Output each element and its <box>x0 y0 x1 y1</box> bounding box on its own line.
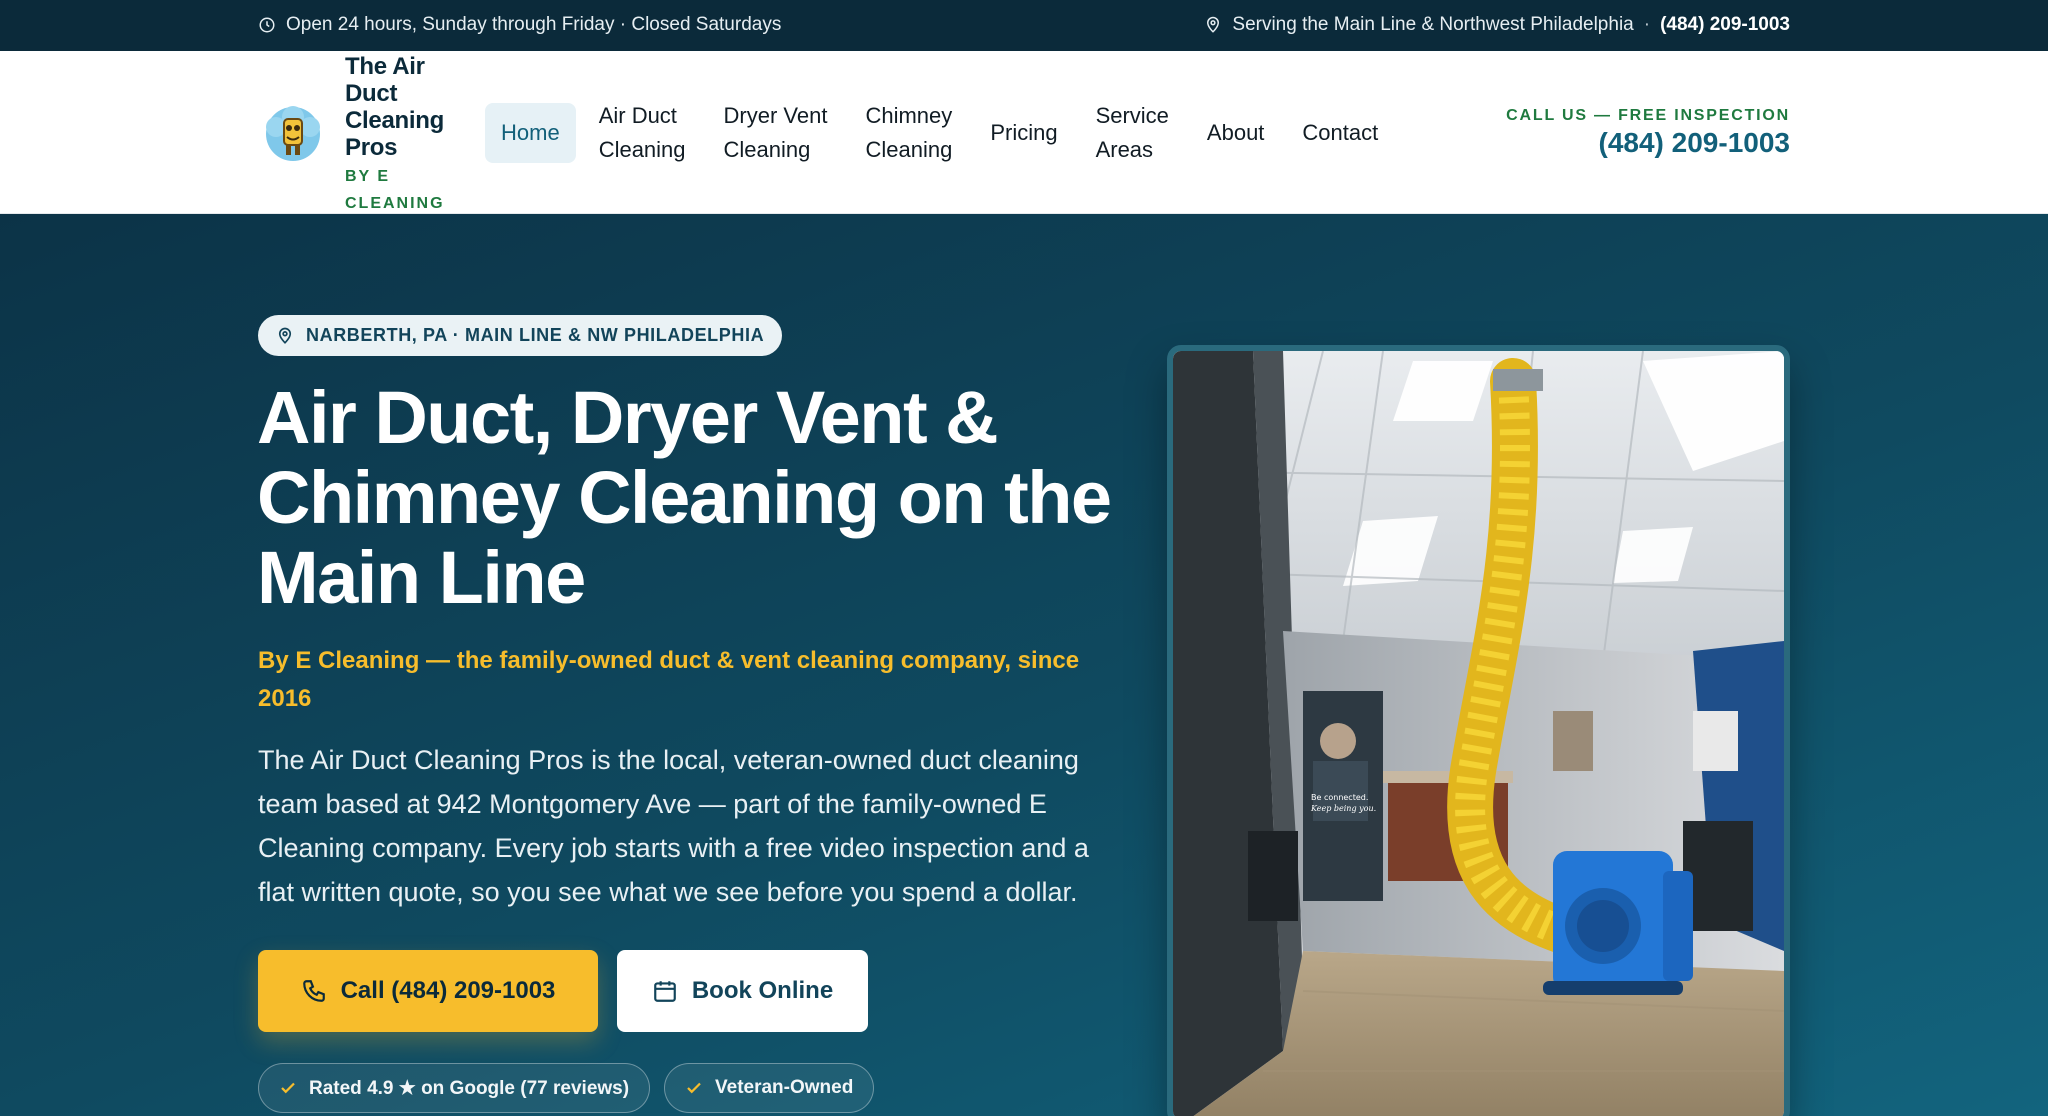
nav-item-air-duct-cleaning[interactable]: Air Duct Cleaning <box>580 99 705 167</box>
nav-item-service-areas[interactable]: Service Areas <box>1077 99 1188 167</box>
location-pill: NARBERTH, PA · MAIN LINE & NW PHILADELPH… <box>258 315 783 356</box>
nav-item-pricing[interactable]: Pricing <box>971 116 1076 150</box>
nav-item-contact[interactable]: Contact <box>1283 116 1397 150</box>
logo-mascot-icon[interactable] <box>258 97 328 167</box>
logo-text[interactable]: The Air Duct Cleaning Pros BY E CLEANING <box>345 53 465 217</box>
book-online-label: Book Online <box>691 977 834 1004</box>
calendar-icon <box>652 978 678 1004</box>
rating-text: Rated 4.9 ★ on Google (77 reviews) <box>309 1077 630 1099</box>
photo-banner-line1: Be connected. <box>1311 793 1368 802</box>
hero-section: NARBERTH, PA · MAIN LINE & NW PHILADELPH… <box>0 214 2048 1116</box>
site-header: The Air Duct Cleaning Pros BY E CLEANING… <box>0 51 2048 214</box>
hero-headline: Air Duct, Dryer Vent & Chimney Cleaning … <box>257 376 1112 619</box>
veteran-owned-text: Veteran-Owned <box>715 1077 854 1098</box>
nav-item-dryer-vent-cleaning[interactable]: Dryer Vent Cleaning <box>705 99 847 167</box>
topbar-phone-link[interactable]: (484) 209-1003 <box>1660 14 1790 36</box>
top-info-bar: Open 24 hours, Sunday through Friday · C… <box>0 0 2048 51</box>
header-call-box[interactable]: CALL US — FREE INSPECTION (484) 209-1003 <box>1506 107 1790 159</box>
call-button[interactable]: Call (484) 209-1003 <box>258 950 598 1032</box>
book-online-button[interactable]: Book Online <box>617 950 868 1032</box>
check-icon <box>685 1079 703 1097</box>
call-button-label: Call (484) 209-1003 <box>340 977 556 1004</box>
check-icon <box>279 1079 297 1097</box>
service-area-info: Serving the Main Line & Northwest Philad… <box>1204 14 1790 36</box>
nav-item-about[interactable]: About <box>1188 116 1284 150</box>
google-rating-badge: Rated 4.9 ★ on Google (77 reviews) <box>258 1063 651 1113</box>
logo-subtitle: BY E CLEANING <box>345 168 445 212</box>
main-nav: Home Air Duct Cleaning Dryer Vent Cleani… <box>485 51 1397 214</box>
nav-item-chimney-cleaning[interactable]: Chimney Cleaning <box>846 99 971 167</box>
hero-description: The Air Duct Cleaning Pros is the local,… <box>258 745 1089 907</box>
location-pill-text: NARBERTH, PA · MAIN LINE & NW PHILADELPH… <box>306 325 765 345</box>
call-label: CALL US — FREE INSPECTION <box>1506 107 1790 124</box>
hero-photo-duct-cleaning-equipment: Be connected. Keep being you. <box>1167 345 1790 1116</box>
clock-icon <box>258 16 276 34</box>
hero-tagline: By E Cleaning — the family-owned duct & … <box>258 647 1080 712</box>
logo-title: The Air Duct Cleaning Pros <box>345 53 444 161</box>
nav-item-home[interactable]: Home <box>485 102 576 163</box>
veteran-owned-badge: Veteran-Owned <box>664 1063 875 1113</box>
service-area-text: Serving the Main Line & Northwest Philad… <box>1232 14 1634 35</box>
phone-icon <box>301 978 327 1004</box>
hours-text: Open 24 hours, Sunday through Friday · C… <box>286 14 782 35</box>
separator: · <box>1643 14 1651 35</box>
map-pin-icon <box>276 327 294 345</box>
photo-banner-line2: Keep being you. <box>1310 804 1376 813</box>
map-pin-icon <box>1204 16 1222 34</box>
hours-info: Open 24 hours, Sunday through Friday · C… <box>258 14 781 36</box>
header-phone-number[interactable]: (484) 209-1003 <box>1506 127 1790 159</box>
